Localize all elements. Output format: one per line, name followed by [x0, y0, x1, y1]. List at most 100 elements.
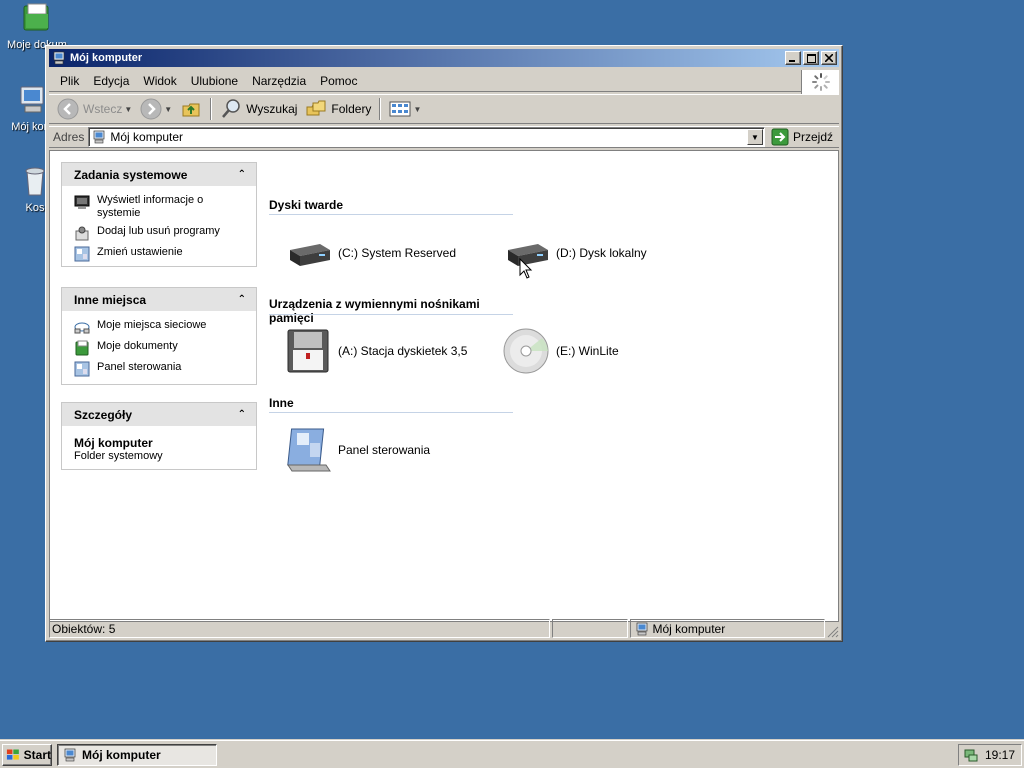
- back-label: Wstecz: [83, 102, 123, 116]
- system-tray: 19:17: [958, 744, 1022, 766]
- mouse-cursor-icon: [519, 258, 533, 279]
- chevron-down-icon: ▼: [751, 132, 759, 142]
- minimize-icon: [789, 59, 795, 62]
- minimize-button[interactable]: [785, 51, 801, 65]
- maximize-icon: [806, 53, 816, 63]
- item-label: (A:) Stacja dyskietek 3,5: [338, 344, 468, 358]
- search-button[interactable]: Wyszukaj: [216, 96, 301, 122]
- status-count: Obiektów: 5: [49, 619, 550, 638]
- resize-grip[interactable]: [827, 619, 839, 638]
- control-panel-item[interactable]: Panel sterowania: [284, 425, 430, 475]
- place-my-documents[interactable]: Moje dokumenty: [74, 340, 246, 356]
- go-button[interactable]: Przejdź: [765, 128, 839, 146]
- address-bar: Adres Mój komputer ▼ Przejdź: [49, 126, 839, 148]
- control-panel-icon: [74, 361, 90, 377]
- taskbar-button-my-computer[interactable]: Mój komputer: [57, 744, 217, 766]
- panel-title: Szczegóły: [74, 407, 133, 422]
- item-label: Panel sterowania: [338, 443, 431, 457]
- clock[interactable]: 19:17: [985, 748, 1015, 762]
- windows-logo-icon: [6, 749, 19, 760]
- folders-button[interactable]: Foldery: [301, 96, 375, 122]
- my-computer-icon: [53, 51, 65, 65]
- collapse-icon[interactable]: ⌃: [238, 409, 246, 420]
- maximize-button[interactable]: [803, 51, 819, 65]
- address-label: Adres: [53, 130, 85, 144]
- chevron-down-icon[interactable]: ▼: [164, 105, 172, 114]
- details-header[interactable]: Szczegóły ⌃: [62, 403, 256, 426]
- forward-button[interactable]: ▼: [136, 96, 176, 122]
- menu-help[interactable]: Pomoc: [313, 74, 364, 88]
- views-icon: [389, 101, 411, 117]
- item-label: (E:) WinLite: [556, 344, 619, 358]
- group-divider: [269, 314, 513, 315]
- other-places-header[interactable]: Inne miejsca ⌃: [62, 288, 256, 311]
- folders-label: Foldery: [331, 102, 372, 116]
- address-input[interactable]: Mój komputer ▼: [88, 127, 765, 147]
- menu-file[interactable]: Plik: [53, 74, 86, 88]
- place-network[interactable]: Moje miejsca sieciowe: [74, 319, 246, 335]
- task-system-info[interactable]: Wyświetl informacje o systemie: [74, 194, 246, 220]
- desktop-icon-my-documents[interactable]: Moje dokum: [5, 2, 69, 51]
- task-add-remove-programs[interactable]: Dodaj lub usuń programy: [74, 225, 246, 241]
- status-bar: Obiektów: 5 Mój komputer: [49, 619, 839, 638]
- network-tray-icon[interactable]: [963, 747, 979, 763]
- search-label: Wyszukaj: [246, 102, 298, 116]
- menu-bar: Plik Edycja Widok Ulubione Narzędzia Pom…: [49, 70, 839, 94]
- up-button[interactable]: [176, 96, 206, 122]
- system-tasks-header[interactable]: Zadania systemowe ⌃: [62, 163, 256, 186]
- taskbar-button-label: Mój komputer: [82, 748, 161, 762]
- menu-view[interactable]: Widok: [136, 74, 183, 88]
- status-empty: [551, 619, 628, 638]
- back-button[interactable]: Wstecz ▼: [53, 96, 136, 122]
- task-change-setting[interactable]: Zmień ustawienie: [74, 246, 246, 262]
- drive-e[interactable]: (E:) WinLite: [502, 326, 619, 376]
- go-arrow-icon: [771, 128, 789, 146]
- collapse-icon[interactable]: ⌃: [238, 294, 246, 305]
- search-icon: [222, 99, 240, 118]
- chevron-down-icon[interactable]: ▼: [413, 105, 421, 114]
- chevron-down-icon[interactable]: ▼: [124, 105, 132, 114]
- my-computer-icon: [64, 748, 76, 762]
- address-dropdown-button[interactable]: ▼: [746, 129, 763, 145]
- task-label: Zmień ustawienie: [97, 246, 183, 258]
- details-name: Mój komputer: [74, 436, 153, 450]
- floppy-drive-icon: [287, 329, 329, 373]
- close-button[interactable]: [821, 51, 837, 65]
- task-label: Wyświetl informacje o systemie: [97, 194, 204, 219]
- resize-grip-icon: [827, 626, 839, 638]
- group-title-removable: Urządzenia z wymiennymi nośnikami pamięc…: [269, 297, 480, 325]
- status-count-text: Obiektów: 5: [52, 621, 116, 636]
- menu-favorites[interactable]: Ulubione: [184, 74, 245, 88]
- menu-edit[interactable]: Edycja: [86, 74, 136, 88]
- system-info-icon: [74, 195, 90, 209]
- start-button[interactable]: Start: [2, 744, 52, 766]
- group-title-hard-drives: Dyski twarde: [269, 198, 513, 215]
- add-remove-programs-icon: [75, 226, 89, 241]
- back-arrow-icon: [57, 98, 79, 120]
- status-location: Mój komputer: [629, 619, 825, 638]
- panel-title: Inne miejsca: [74, 292, 147, 307]
- views-button[interactable]: ▼: [385, 96, 425, 122]
- place-label: Moje dokumenty: [97, 340, 178, 352]
- panel-title: Zadania systemowe: [74, 167, 188, 182]
- group-title-other: Inne: [269, 396, 513, 413]
- menu-tools[interactable]: Narzędzia: [245, 74, 313, 88]
- taskbar: Start Mój komputer 19:17: [0, 740, 1024, 768]
- details-type: Folder systemowy: [74, 450, 163, 462]
- hard-drive-icon: [290, 244, 330, 266]
- collapse-icon[interactable]: ⌃: [238, 169, 246, 180]
- place-control-panel[interactable]: Panel sterowania: [74, 361, 246, 377]
- place-label: Panel sterowania: [97, 361, 182, 373]
- toolbar-separator: [379, 98, 382, 120]
- explorer-window: Mój komputer Plik Edycja Widok Ulubione …: [45, 45, 843, 642]
- forward-arrow-icon: [140, 98, 162, 120]
- drive-c[interactable]: (C:) System Reserved: [284, 228, 456, 278]
- drive-a[interactable]: (A:) Stacja dyskietek 3,5: [284, 326, 467, 376]
- content-area: Zadania systemowe ⌃ Wyświetl informacje …: [49, 150, 839, 622]
- task-label: Dodaj lub usuń programy: [97, 225, 220, 237]
- my-documents-icon: [23, 3, 49, 31]
- throbber: [801, 70, 839, 94]
- title-bar[interactable]: Mój komputer: [49, 49, 839, 67]
- system-tasks-panel: Zadania systemowe ⌃ Wyświetl informacje …: [61, 162, 257, 267]
- control-panel-icon: [74, 246, 90, 262]
